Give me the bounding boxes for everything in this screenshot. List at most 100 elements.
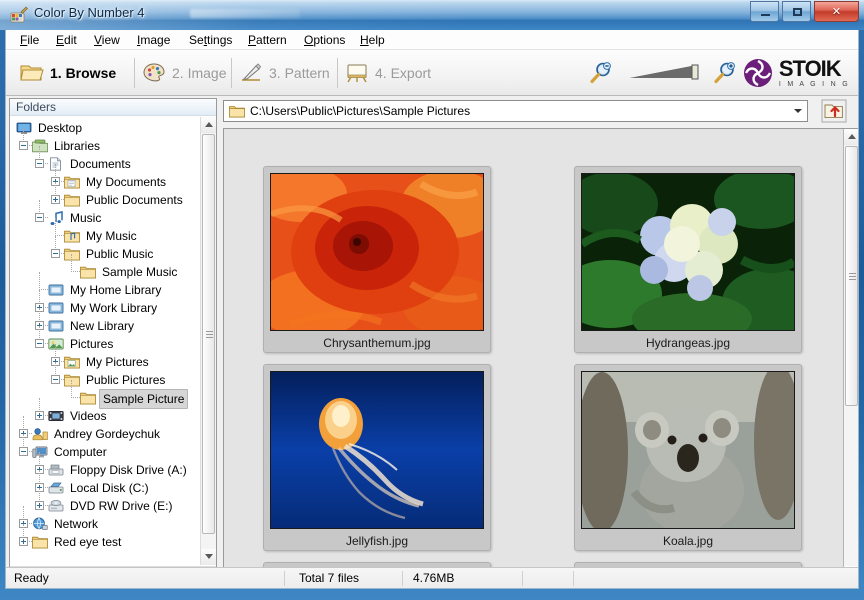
open-folder-icon [20,65,44,81]
close-button[interactable]: ✕ [814,1,859,22]
menu-image[interactable]: Image [131,32,176,48]
minimize-button[interactable] [750,1,779,22]
folder-icon [32,535,48,549]
thumbnail-label: Hydrangeas.jpg [645,336,731,350]
thumbnail-label: Chrysanthemum.jpg [323,336,431,350]
stoik-wordmark: STOIK [778,56,842,81]
tree-node-label: My Work Library [70,301,158,315]
stoik-swirl-icon [743,59,772,87]
step-pattern[interactable]: 3. Pattern [239,54,330,92]
palette-icon [143,63,165,82]
tree-expander-minus[interactable] [19,447,28,456]
thumbnail-card[interactable]: Jellyfish.jpg [263,364,491,551]
floppy-icon [48,463,64,477]
toolbar-divider-3 [337,58,338,88]
library-icon [48,319,64,333]
menu-settings[interactable]: Settings [183,32,238,48]
thumbnail-card[interactable]: Koala.jpg [574,364,802,551]
tree-node-label: Sample Music [102,265,178,279]
folder-icon [64,193,80,207]
thumbnail-scroll-thumb[interactable] [845,146,858,406]
tree-vertical-scrollbar[interactable] [200,117,216,565]
tree-expander-plus[interactable] [35,501,44,510]
tree-node-label: Music [70,211,102,225]
status-total-size: 4.76MB [413,571,455,585]
tree-scroll-up-button[interactable] [201,117,216,133]
tree-node-label: Computer [54,445,107,459]
status-state: Ready [14,571,49,585]
tree-scroll-thumb[interactable] [202,134,215,534]
tree-node-label: Documents [70,157,131,171]
pen-icon [242,63,262,81]
tree-expander-plus[interactable] [19,537,28,546]
thumbnail-scroll-up-button[interactable] [844,129,858,145]
menu-file[interactable]: File [14,32,45,48]
zoom-out-icon[interactable] [588,61,614,85]
folder-icon [64,247,80,261]
folder-up-button[interactable] [821,99,847,123]
tree-expander-minus[interactable] [35,213,44,222]
client-area: File Edit View Image Settings Pattern Op… [5,30,859,589]
maximize-button[interactable] [782,1,811,22]
tree-node-label: Andrey Gordeychuk [54,427,161,441]
thumbnail-image [270,173,484,331]
tree-expander-minus[interactable] [35,339,44,348]
tree-expander-plus[interactable] [51,195,60,204]
status-divider-3 [522,571,523,586]
step-toolbar: 1. Browse 2. Image 3. Pattern 4. Export … [6,50,858,96]
app-icon [10,6,28,23]
step-browse-label: 1. Browse [50,65,117,81]
step-browse[interactable]: 1. Browse [13,50,125,96]
tree-expander-plus[interactable] [35,411,44,420]
tree-node-label: New Library [70,319,135,333]
thumbnail-vertical-scrollbar[interactable] [843,129,858,582]
tree-node-label: My Music [86,229,137,243]
tree-expander-minus[interactable] [35,159,44,168]
status-file-count: Total 7 files [299,571,360,585]
music-note-icon [48,211,64,226]
step-export-label: 4. Export [375,65,432,81]
folders-header: Folders [10,99,216,116]
tree-node-label: Local Disk (C:) [70,481,149,495]
zoom-slider[interactable] [628,62,702,84]
title-bar: Color By Number 4 ✕ [0,0,864,30]
menu-edit[interactable]: Edit [50,32,83,48]
step-image[interactable]: 2. Image [142,54,226,92]
tree-expander-minus[interactable] [19,141,28,150]
tree-scroll-down-button[interactable] [201,549,216,565]
menu-options[interactable]: Options [298,32,351,48]
toolbar-divider-2 [231,58,232,88]
step-export[interactable]: 4. Export [345,54,431,92]
pictures-icon [48,337,64,351]
tree-node-label: Red eye test [54,535,122,549]
thumbnail-card[interactable]: Hydrangeas.jpg [574,166,802,353]
status-bar: Ready Total 7 files 4.76MB [6,567,858,588]
stoik-tagline: I M A G I N G [778,81,850,88]
thumbnail-pane[interactable]: Chrysanthemum.jpg Hydrangeas.jpg Jellyfi… [223,128,858,583]
dvd-drive-icon [48,499,64,513]
address-input[interactable]: C:\Users\Public\Pictures\Sample Pictures [223,100,808,122]
folder-pic-icon [64,355,80,369]
address-dropdown-button[interactable] [789,101,807,121]
step-pattern-label: 3. Pattern [269,65,330,81]
computer-icon [32,445,48,459]
menu-view[interactable]: View [88,32,126,48]
thumbnail-card[interactable]: Chrysanthemum.jpg [263,166,491,353]
tree-node-label: Libraries [54,139,101,153]
stoik-logo: STOIK I M A G I N G [741,57,850,89]
tree-node-label: Sample Picture [99,389,189,409]
tree-expander-minus[interactable] [51,375,60,384]
tree-node-label: My Pictures [86,355,149,369]
document-icon [48,157,64,171]
network-icon [32,517,48,531]
tree-node-label: Videos [70,409,107,423]
menu-help[interactable]: Help [354,32,391,48]
desktop-icon [16,121,32,135]
tree-expander-minus[interactable] [51,249,60,258]
zoom-in-icon[interactable] [712,61,738,85]
folder-music-icon [64,229,80,243]
folder-tree[interactable]: Desktop Libraries Documents My Documents Pub… [10,117,200,565]
thumbnail-label: Jellyfish.jpg [345,534,409,548]
menu-pattern[interactable]: Pattern [242,32,293,48]
window-title: Color By Number 4 [34,5,145,20]
